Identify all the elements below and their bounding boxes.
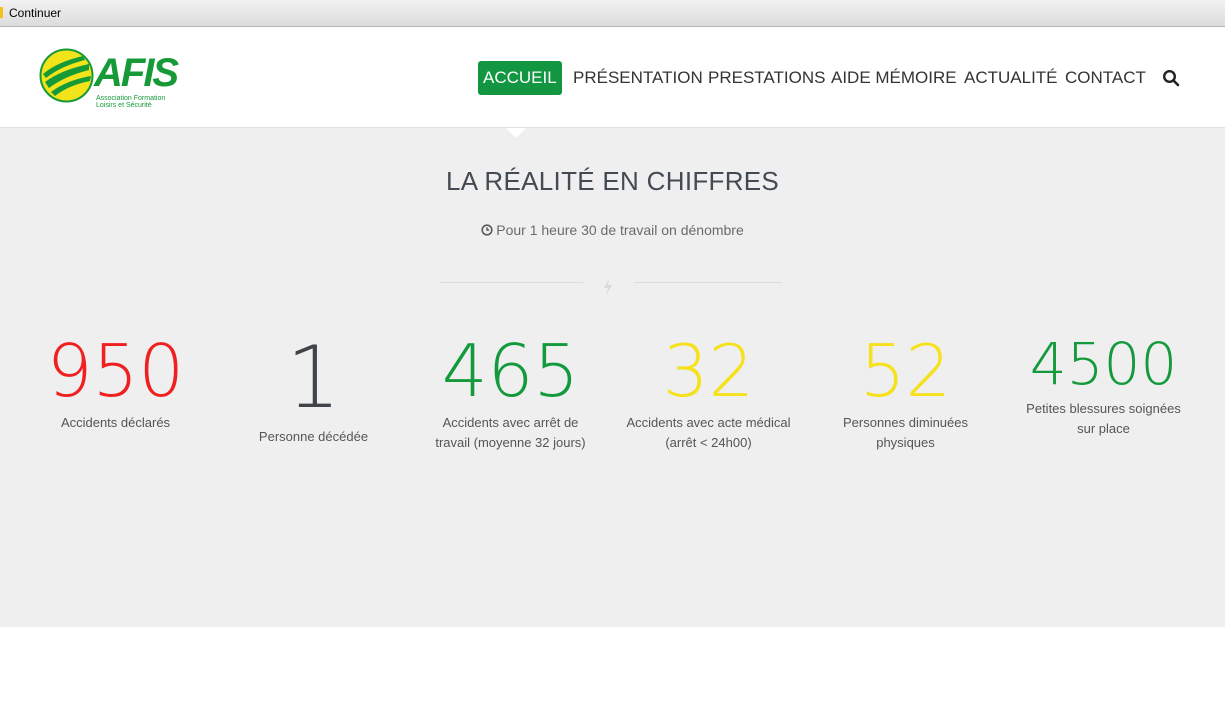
stat-label: Personnes diminuées physiques (842, 415, 969, 450)
stat-label: Petites blessures soignées sur place (1026, 401, 1181, 436)
stat-value: 32 (662, 329, 755, 413)
stat-personne-decedee: 1 Personne décédée (228, 335, 399, 447)
stat-label: Accidents avec acte médical (arrêt < 24h… (626, 415, 791, 450)
stat-value: 52 (859, 329, 952, 413)
continue-button[interactable]: Continuer (9, 6, 61, 20)
stat-label: Accidents déclarés (60, 415, 171, 430)
nav-item-presentation[interactable]: PRÉSENTATION (573, 61, 703, 95)
main-nav: ACCUEIL PRÉSENTATION PRESTATIONS AIDE MÉ… (0, 61, 1225, 95)
stat-value: 4500 (1029, 330, 1178, 398)
browser-bar: Continuer (0, 0, 1225, 27)
clock-icon (481, 224, 493, 236)
stat-diminuees-physiques: 52 Personnes diminuées physiques (820, 335, 991, 453)
stat-acte-medical: 32 Accidents avec acte médical (arrêt < … (623, 335, 794, 453)
stat-accidents-arret: 465 Accidents avec arrêt de travail (moy… (425, 335, 596, 453)
nav-item-actualite[interactable]: ACTUALITÉ (964, 61, 1058, 95)
nav-item-contact[interactable]: CONTACT (1065, 61, 1146, 95)
section-subtitle-text: Pour 1 heure 30 de travail on dénombre (496, 222, 744, 238)
section-title: LA RÉALITÉ EN CHIFFRES (445, 166, 780, 196)
nav-item-prestations[interactable]: PRESTATIONS (708, 61, 825, 95)
logo-tagline: Association Formation Loisirs et Sécurit… (96, 95, 166, 109)
stat-value: 1 (286, 328, 341, 428)
nav-item-accueil[interactable]: ACCUEIL (478, 61, 562, 95)
stat-value: 465 (441, 329, 580, 413)
site-header: AFIS Association Formation Loisirs et Sé… (0, 27, 1225, 128)
bolt-icon (604, 279, 612, 295)
stat-accidents-declares: 950 Accidents déclarés (30, 335, 201, 433)
stat-label: Accidents avec arrêt de travail (moyenne… (435, 415, 586, 450)
stat-label: Personne décédée (258, 429, 369, 444)
stat-petites-blessures: 4500 Petites blessures soignées sur plac… (1018, 335, 1189, 439)
stats-section: LA RÉALITÉ EN CHIFFRES Pour 1 heure 30 d… (0, 128, 1225, 627)
divider-left (440, 282, 583, 283)
active-nav-pointer (506, 128, 526, 138)
search-icon[interactable] (1162, 69, 1180, 87)
section-subtitle: Pour 1 heure 30 de travail on dénombre (0, 222, 1225, 238)
divider-right (634, 282, 782, 283)
nav-item-aide-memoire[interactable]: AIDE MÉMOIRE (831, 61, 957, 95)
continue-icon (0, 7, 3, 18)
stat-value: 950 (46, 329, 185, 413)
